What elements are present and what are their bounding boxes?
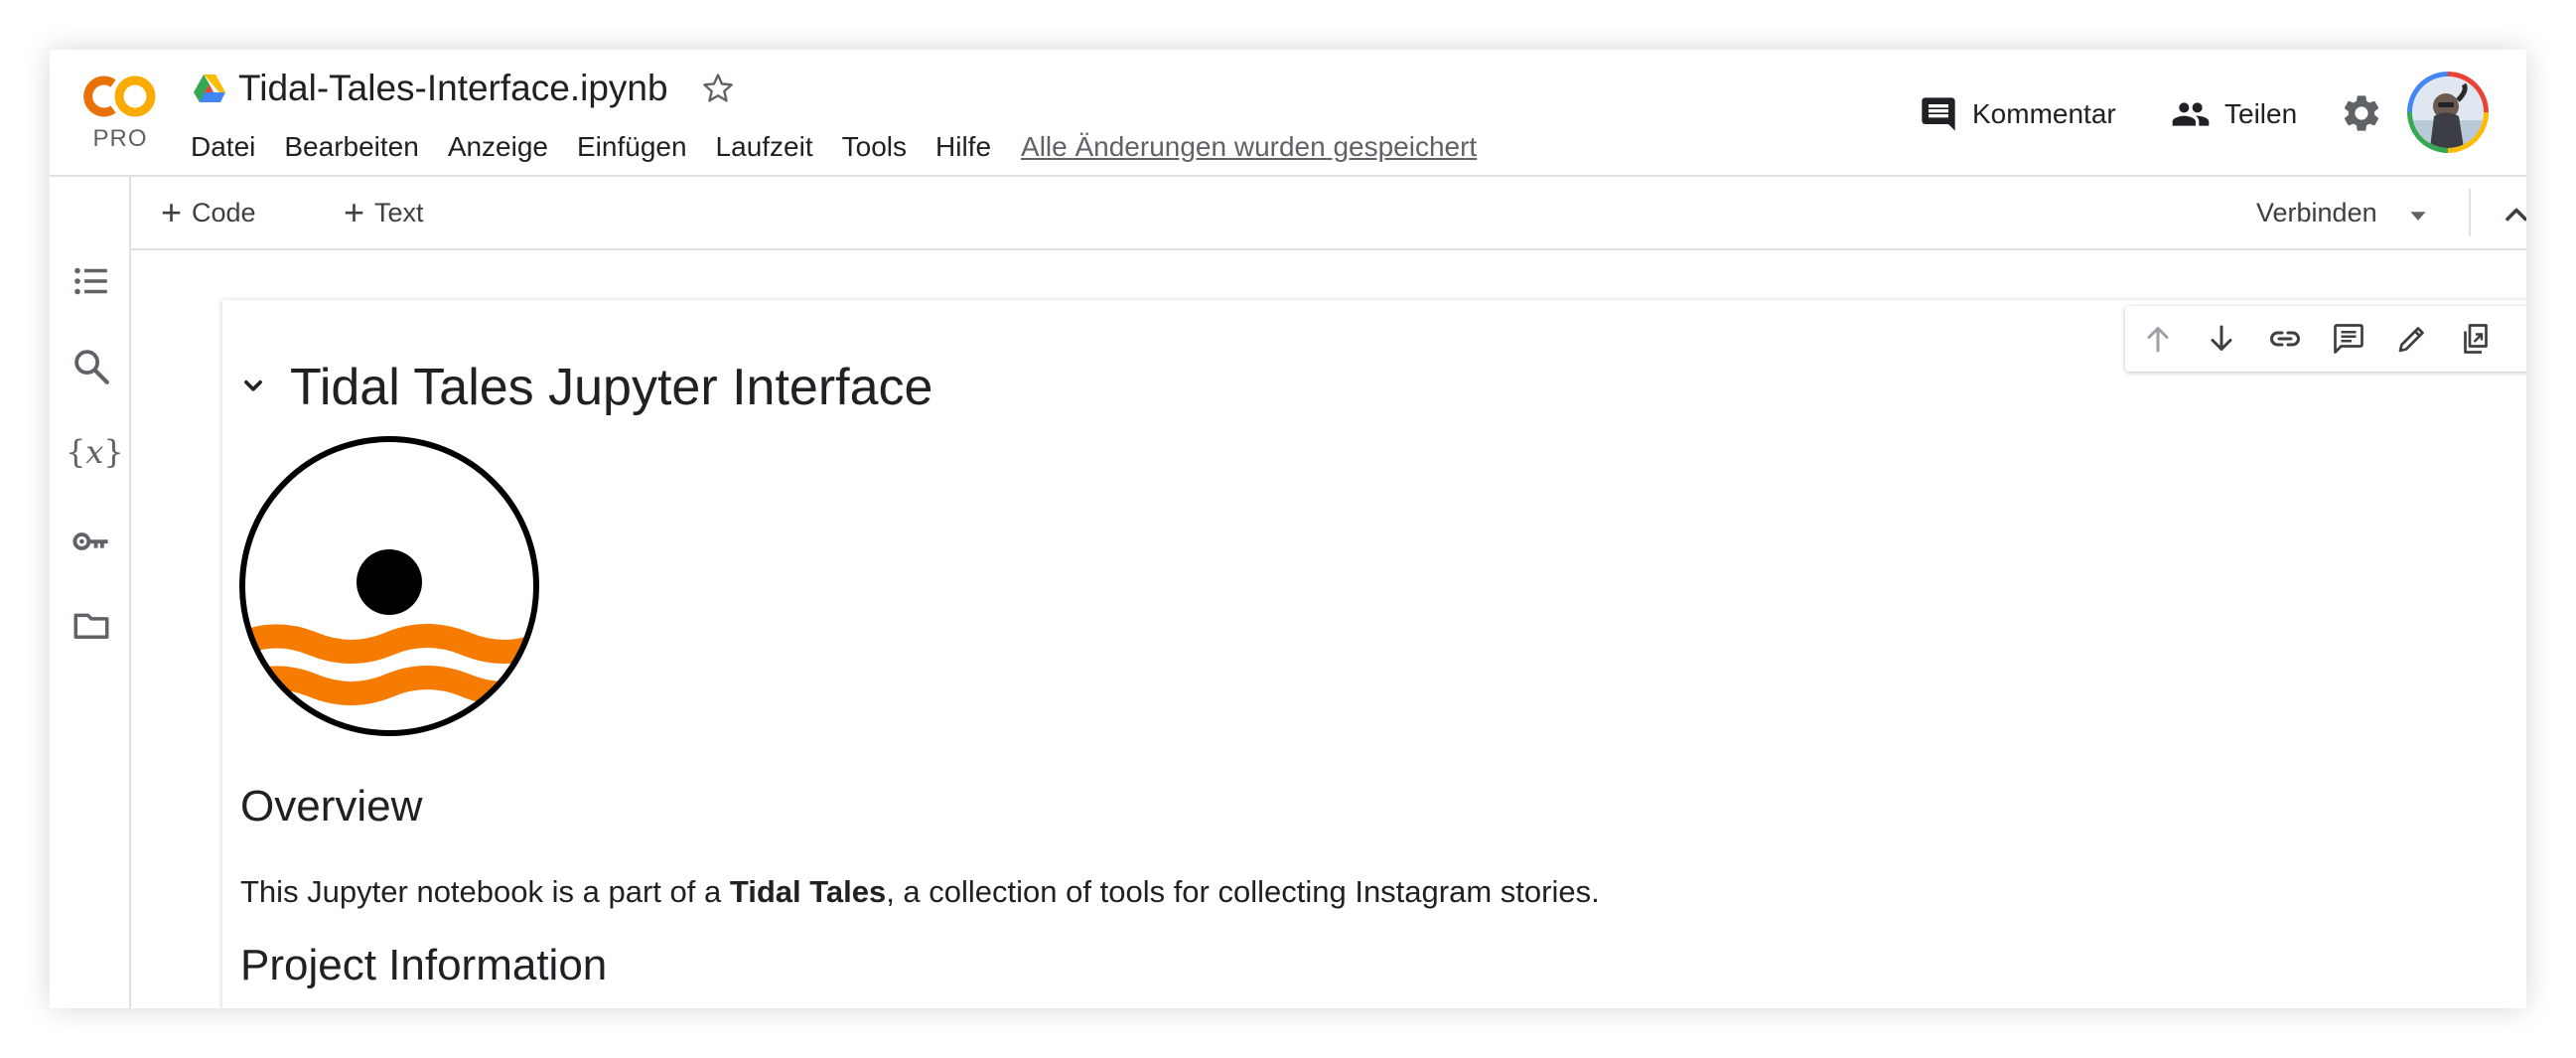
table-of-contents-icon[interactable] xyxy=(71,260,112,302)
colab-window: PRO Tidal-Tales-Interface.ipynb Datei Be… xyxy=(50,50,2526,1008)
menu-bar: Datei Bearbeiten Anzeige Einfügen Laufze… xyxy=(191,129,1477,165)
menu-laufzeit[interactable]: Laufzeit xyxy=(716,131,813,163)
toolbar-divider xyxy=(2469,189,2471,236)
add-text-button[interactable]: + Text xyxy=(344,195,424,230)
chevron-down-icon[interactable] xyxy=(236,370,270,403)
menu-anzeige[interactable]: Anzeige xyxy=(448,131,548,163)
notebook-heading: Tidal Tales Jupyter Interface xyxy=(290,359,933,416)
paragraph-text: This Jupyter notebook is a part of a xyxy=(240,874,730,909)
connect-label: Verbinden xyxy=(2256,197,2377,227)
left-sidebar: {x} xyxy=(50,177,131,1008)
variables-brace-left: { xyxy=(66,433,86,471)
collapse-header-icon[interactable] xyxy=(2499,197,2526,232)
project-information-heading: Project Information xyxy=(240,941,608,989)
edit-icon[interactable] xyxy=(2394,321,2430,357)
people-icon xyxy=(2172,102,2210,126)
copy-to-scratch-icon[interactable] xyxy=(2458,321,2494,357)
variables-x-glyph: x xyxy=(85,433,104,471)
search-icon[interactable] xyxy=(71,346,112,387)
overview-paragraph: This Jupyter notebook is a part of a Tid… xyxy=(240,872,1600,912)
connect-dropdown-icon[interactable] xyxy=(2403,201,2433,230)
save-status-link[interactable]: Alle Änderungen wurden gespeichert xyxy=(1021,131,1477,163)
comment-button[interactable]: Kommentar xyxy=(1919,89,2116,139)
menu-tools[interactable]: Tools xyxy=(842,131,907,163)
move-down-icon[interactable] xyxy=(2204,321,2239,357)
cell-toolbar xyxy=(2125,306,2526,372)
star-icon[interactable] xyxy=(699,70,737,107)
comment-icon xyxy=(1922,97,1955,131)
comment-button-label: Kommentar xyxy=(1972,98,2116,129)
menu-bearbeiten[interactable]: Bearbeiten xyxy=(284,131,418,163)
delete-icon[interactable] xyxy=(2521,321,2526,357)
add-code-label: Code xyxy=(192,197,256,227)
pro-badge: PRO xyxy=(92,125,148,152)
variables-brace-right: } xyxy=(103,433,124,471)
share-button-label: Teilen xyxy=(2224,98,2298,129)
colab-logo[interactable] xyxy=(77,72,159,121)
add-code-button[interactable]: + Code xyxy=(161,195,256,230)
avatar-photo xyxy=(2412,76,2484,148)
settings-gear-icon[interactable] xyxy=(2340,91,2383,135)
move-up-icon[interactable] xyxy=(2140,321,2176,357)
share-button[interactable]: Teilen xyxy=(2171,89,2297,139)
user-avatar[interactable] xyxy=(2407,72,2489,153)
variables-icon[interactable]: {x} xyxy=(66,431,124,473)
menu-hilfe[interactable]: Hilfe xyxy=(935,131,991,163)
notebook-toolbar: + Code + Text Verbinden xyxy=(131,177,2526,250)
text-cell[interactable]: Tidal Tales Jupyter Interface Overview T… xyxy=(222,300,2526,1008)
connect-button[interactable]: Verbinden xyxy=(2256,195,2377,230)
menu-datei[interactable]: Datei xyxy=(191,131,255,163)
overview-heading: Overview xyxy=(240,782,423,831)
files-folder-icon[interactable] xyxy=(71,604,112,646)
plus-icon: + xyxy=(161,192,183,232)
paragraph-bold-text: Tidal Tales xyxy=(729,874,887,909)
tidal-tales-logo xyxy=(239,436,539,736)
menu-einfuegen[interactable]: Einfügen xyxy=(577,131,687,163)
link-icon[interactable] xyxy=(2267,321,2303,357)
google-drive-icon[interactable] xyxy=(193,74,226,103)
notebook-main: Tidal Tales Jupyter Interface Overview T… xyxy=(131,250,2526,1008)
add-text-label: Text xyxy=(374,197,424,227)
comment-icon[interactable] xyxy=(2331,321,2366,357)
paragraph-text: , a collection of tools for collecting I… xyxy=(886,874,1600,909)
header-bar: PRO Tidal-Tales-Interface.ipynb Datei Be… xyxy=(50,50,2526,177)
notebook-title[interactable]: Tidal-Tales-Interface.ipynb xyxy=(238,68,668,109)
secrets-key-icon[interactable] xyxy=(71,521,112,562)
plus-icon: + xyxy=(344,192,365,232)
